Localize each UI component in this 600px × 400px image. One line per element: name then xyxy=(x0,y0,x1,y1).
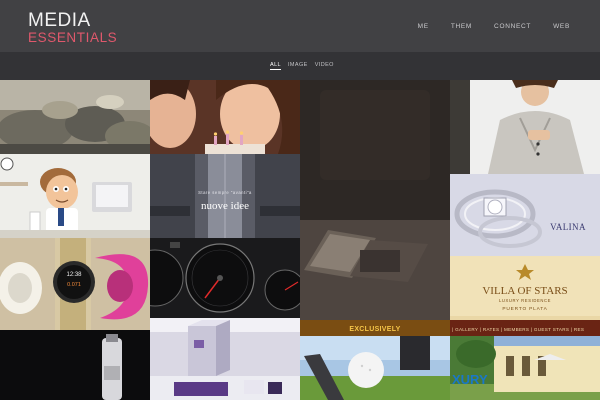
watch-time-text: 12:38 xyxy=(66,272,82,278)
watch-value-text: 0.071 xyxy=(67,282,81,288)
portfolio-tile-exclusively-banner[interactable]: EXCLUSIVELY xyxy=(300,320,450,336)
portfolio-tile-bottle[interactable] xyxy=(0,330,150,400)
tile-image-glass-objects xyxy=(0,80,150,154)
tile-image-nuove-idee: Stare sempre "avanti"a nuove idee xyxy=(150,154,300,238)
valina-brand-text: VALINA xyxy=(550,222,586,232)
filter-options: ALL IMAGE VIDEO xyxy=(270,62,334,70)
filter-image[interactable]: IMAGE xyxy=(288,62,308,70)
filter-bar: ALL IMAGE VIDEO xyxy=(0,52,600,80)
tile-image-exclusively: EXCLUSIVELY xyxy=(300,320,450,336)
villa-place-text: PUERTO PLATA xyxy=(502,306,547,312)
tile-image-villa-of-stars: VILLA OF STARS LUXURY RESIDENCE PUERTO P… xyxy=(450,256,600,336)
portfolio-tile-glass-objects[interactable] xyxy=(0,80,150,154)
portfolio-tile-golf[interactable] xyxy=(300,336,450,400)
tile-image-bottle xyxy=(0,330,150,400)
nav-link-web[interactable]: WEB xyxy=(553,23,570,30)
portfolio-tile-nuove-idee[interactable]: Stare sempre "avanti"a nuove idee xyxy=(150,154,300,238)
portfolio-tile-smartwatches[interactable]: 12:38 0.071 xyxy=(0,238,150,330)
portfolio-tile-villa-of-stars[interactable]: VILLA OF STARS LUXURY RESIDENCE PUERTO P… xyxy=(450,256,600,336)
tile-image-candles-couple xyxy=(150,80,300,154)
site-logo[interactable]: MEDIA ESSENTIALS xyxy=(28,11,117,45)
portfolio-tile-packaging[interactable] xyxy=(150,318,300,400)
nav-link-me[interactable]: ME xyxy=(418,23,429,30)
nav-link-connect[interactable]: CONNECT xyxy=(494,23,531,30)
tile-image-cartoon-office xyxy=(0,154,150,238)
portfolio-tile-magazines-table[interactable] xyxy=(300,80,450,320)
portfolio-tile-luxury-house[interactable]: XURY xyxy=(450,336,600,400)
logo-line-media: MEDIA xyxy=(28,10,91,31)
nav-link-them[interactable]: THEM xyxy=(451,23,472,30)
tile-image-packaging xyxy=(150,318,300,400)
villa-title-text: VILLA OF STARS xyxy=(482,285,567,297)
tile-image-smartwatches: 12:38 0.071 xyxy=(0,238,150,330)
filter-all[interactable]: ALL xyxy=(270,62,281,70)
filter-video[interactable]: VIDEO xyxy=(315,62,334,70)
portfolio-tile-valina-rings[interactable]: VALINA xyxy=(450,174,600,256)
idee-line1-text: Stare sempre "avanti"a xyxy=(198,190,252,195)
xury-text: XURY xyxy=(452,372,488,387)
tile-image-car-dashboard xyxy=(150,238,300,318)
site-header: MEDIA ESSENTIALS ME THEM CONNECT WEB xyxy=(0,0,600,52)
logo-line-essentials: ESSENTIALS xyxy=(28,30,118,45)
main-nav: ME THEM CONNECT WEB xyxy=(418,23,570,30)
portfolio-tile-candles-couple[interactable] xyxy=(150,80,300,154)
exclusively-text: EXCLUSIVELY xyxy=(349,326,400,333)
portfolio-tile-woman-coat[interactable] xyxy=(450,80,600,174)
idee-line2-text: nuove idee xyxy=(201,200,249,212)
portfolio-tile-car-dashboard[interactable] xyxy=(150,238,300,318)
villa-menu-text: | GALLERY | RATES | MEMBERS | GUEST STAR… xyxy=(452,327,584,332)
portfolio-tile-cartoon-office[interactable] xyxy=(0,154,150,238)
villa-sub-text: LUXURY RESIDENCE xyxy=(499,298,551,303)
portfolio-grid: 12:38 0.071 Stare sempre "avanti"a nuove… xyxy=(0,80,600,400)
tile-image-woman-coat xyxy=(450,80,600,174)
tile-image-magazines-table xyxy=(300,80,450,320)
tile-image-golf xyxy=(300,336,450,400)
tile-image-luxury-house: XURY xyxy=(450,336,600,400)
tile-image-valina-rings: VALINA xyxy=(450,174,600,256)
